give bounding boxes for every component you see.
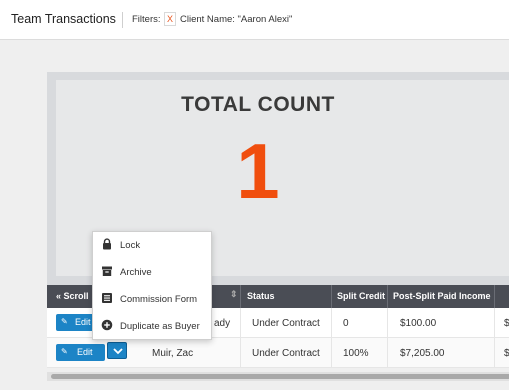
column-header-split-credit[interactable]: Split Credit: [337, 291, 385, 301]
form-icon: [102, 293, 112, 303]
sort-icon[interactable]: ⇕: [230, 289, 238, 300]
menu-item-duplicate-as-buyer[interactable]: Duplicate as Buyer: [93, 313, 211, 339]
income-cell: $100.00: [400, 318, 437, 329]
column-header-post-split-paid-income[interactable]: Post-Split Paid Income: [393, 291, 491, 301]
pencil-icon: ✎: [61, 347, 68, 356]
remove-filter-button[interactable]: X: [164, 12, 176, 26]
status-cell: Under Contract: [252, 318, 320, 329]
client-name: ady: [214, 318, 231, 329]
income-cell: $7,205.00: [400, 348, 445, 359]
top-bar: Team Transactions Filters: X Client Name…: [0, 0, 509, 40]
lock-icon: [103, 238, 111, 250]
client-name: Muir, Zac: [152, 348, 194, 359]
row-actions-menu: Lock Archive Commission Form Duplicate a…: [92, 231, 212, 340]
plus-circle-icon: [101, 319, 113, 331]
active-filter: Client Name: "Aaron Alexi": [180, 14, 293, 25]
row-actions-dropdown-button[interactable]: [107, 342, 127, 359]
edit-button[interactable]: ✎ Edit: [56, 344, 105, 361]
total-count-title: TOTAL COUNT: [181, 93, 335, 116]
chevron-down-icon: [113, 348, 123, 355]
split-credit-cell: 0: [343, 318, 349, 329]
status-cell: Under Contract: [252, 348, 320, 359]
pencil-icon: ✎: [61, 317, 68, 326]
title-divider: [122, 12, 123, 28]
archive-icon: [102, 266, 112, 276]
total-count-value: 1: [236, 127, 280, 215]
page-title: Team Transactions: [11, 12, 116, 26]
column-header-status[interactable]: Status: [247, 291, 275, 301]
split-credit-cell: 100%: [343, 348, 369, 359]
horizontal-scrollbar[interactable]: [47, 372, 509, 381]
filters-label: Filters:: [132, 14, 161, 25]
scroll-left-button[interactable]: « Scroll: [56, 291, 89, 301]
next-cell: $: [504, 318, 509, 329]
next-cell: $: [504, 348, 509, 359]
menu-item-lock[interactable]: Lock: [93, 232, 211, 258]
menu-item-archive[interactable]: Archive: [93, 259, 211, 285]
scrollbar-thumb[interactable]: [51, 374, 509, 379]
menu-item-commission-form[interactable]: Commission Form: [93, 286, 211, 312]
table-row[interactable]: ✎ Edit Muir, Zac Under Contract 100% $7,…: [47, 338, 509, 368]
